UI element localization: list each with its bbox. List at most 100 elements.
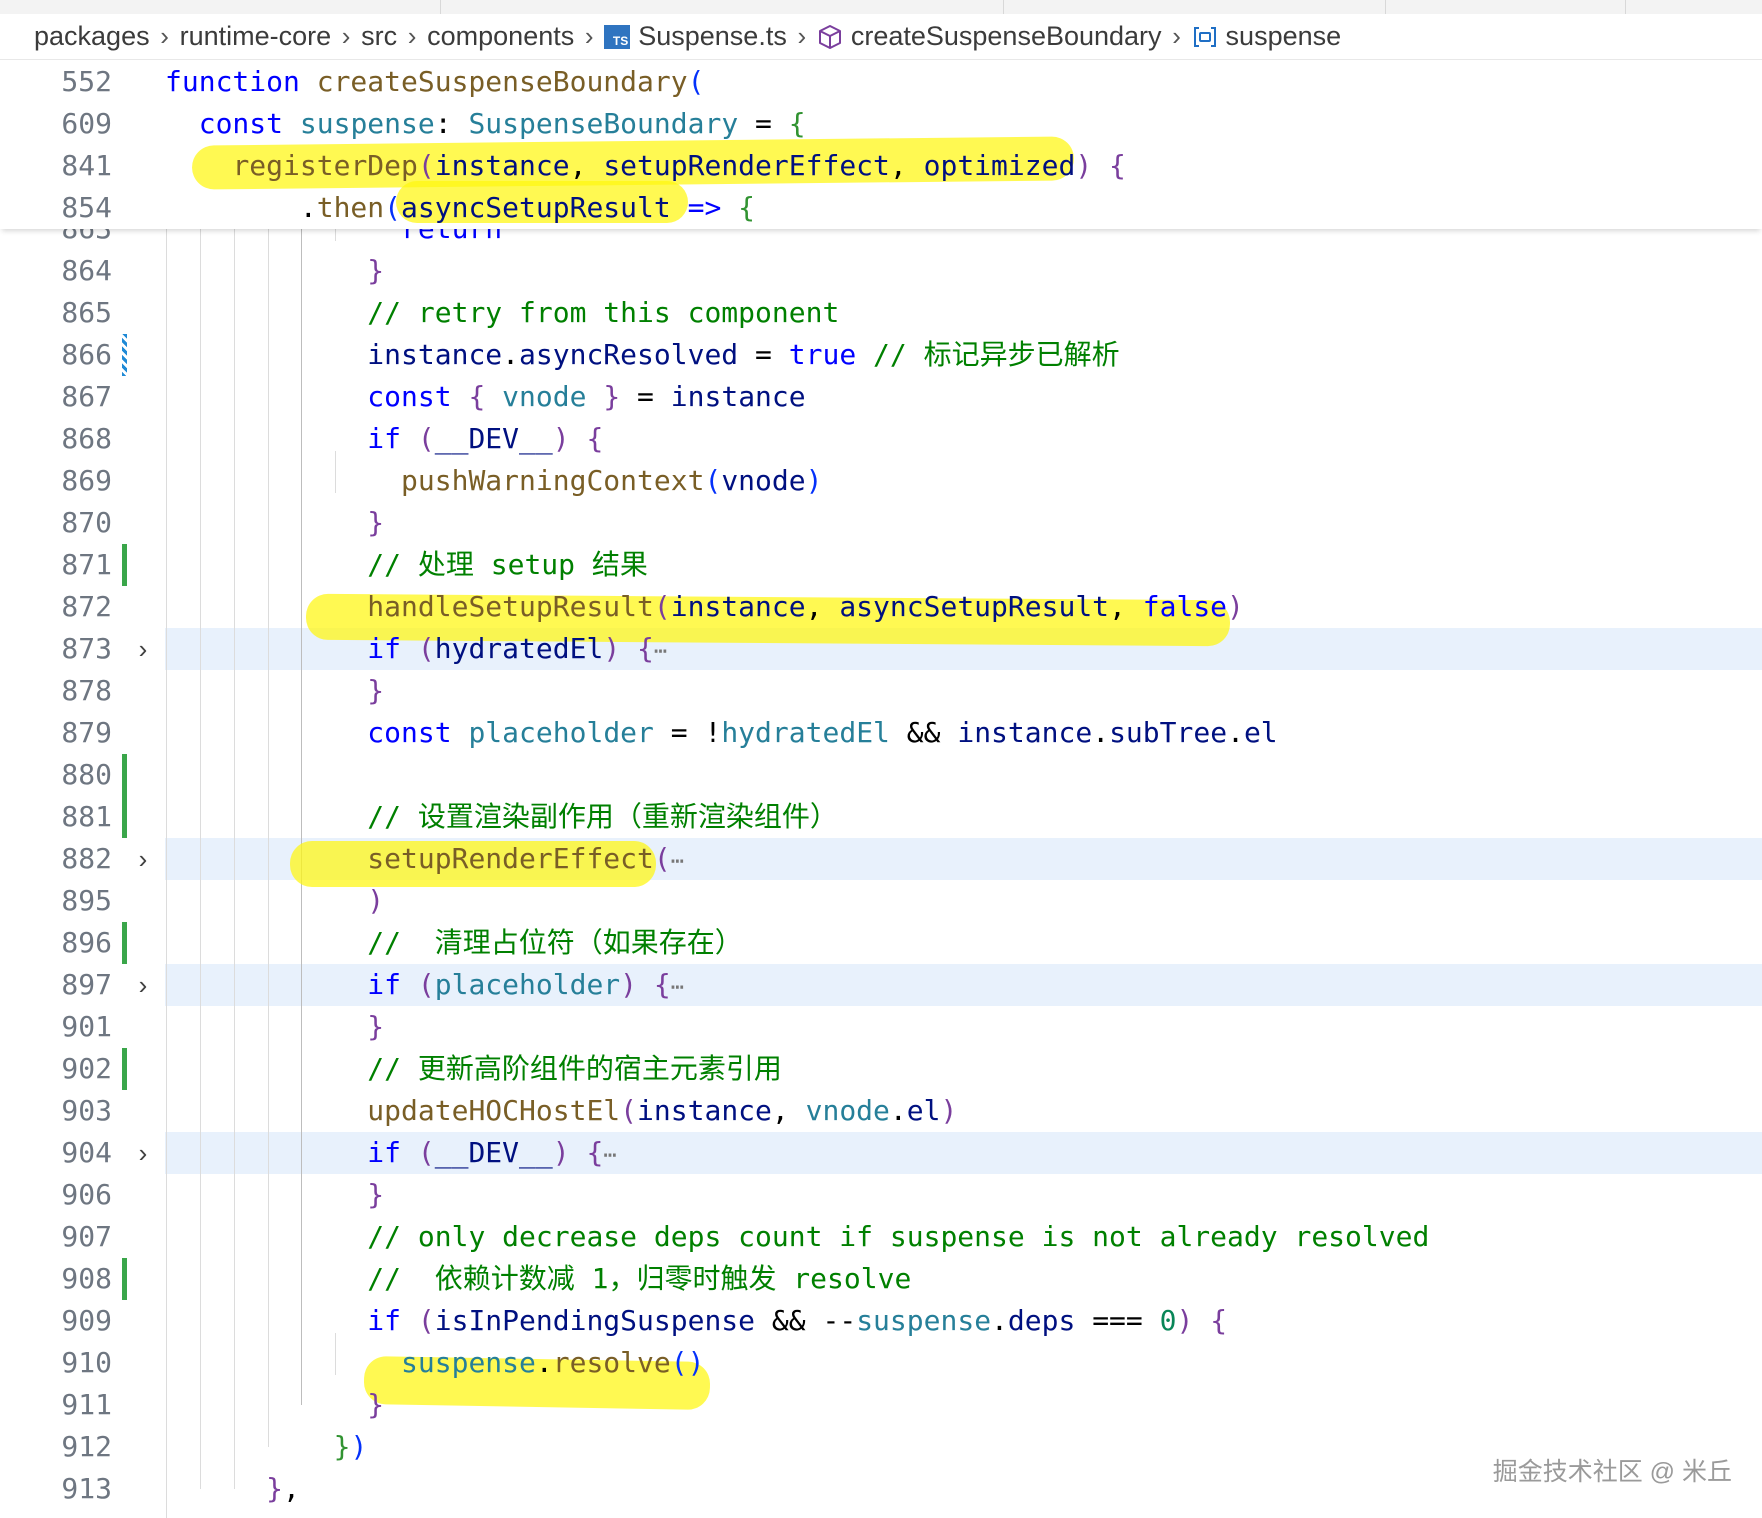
fold-chevron-icon[interactable]: › (134, 628, 152, 670)
line-number: 880 (61, 758, 112, 791)
code-line[interactable]: 871 // 处理 setup 结果 (0, 544, 1762, 586)
code-line[interactable]: 863 return (0, 229, 1762, 250)
chevron-right-icon: › (160, 21, 169, 51)
line-number: 869 (61, 464, 112, 497)
chevron-right-icon: › (797, 21, 807, 51)
code-text: instance.asyncResolved = true // 标记异步已解析 (367, 338, 1120, 371)
variable-icon (1192, 24, 1218, 50)
code-line[interactable]: 896 // 清理占位符（如果存在） (0, 922, 1762, 964)
sticky-line[interactable]: 854 .then(asyncSetupResult => { (0, 187, 1762, 229)
code-text: } (367, 674, 385, 707)
code-text: const { vnode } = instance (367, 380, 806, 413)
line-number: 867 (61, 380, 112, 413)
editor-tab-strip (0, 0, 1762, 15)
code-line[interactable]: 910 suspense.resolve() (0, 1342, 1762, 1384)
gutter-modified-marker (122, 334, 127, 376)
code-line[interactable]: 878 } (0, 670, 1762, 712)
code-line[interactable]: 867 const { vnode } = instance (0, 376, 1762, 418)
breadcrumb-item-packages[interactable]: packages (34, 21, 150, 52)
code-text: return (165, 229, 502, 250)
breadcrumb-item-suspense[interactable]: suspense (1192, 21, 1341, 52)
code-text: pushWarningContext(vnode) (401, 464, 823, 497)
code-text: } (367, 1388, 385, 1421)
line-number: 881 (61, 800, 112, 833)
code-line[interactable]: 911 } (0, 1384, 1762, 1426)
code-line[interactable]: 906 } (0, 1174, 1762, 1216)
line-number: 906 (61, 1178, 112, 1211)
code-line[interactable]: 903 updateHOCHostEl(instance, vnode.el) (0, 1090, 1762, 1132)
code-line[interactable]: 895 ) (0, 880, 1762, 922)
folded-region-ellipsis: ⋯ (603, 1143, 617, 1168)
code-line[interactable]: 901 } (0, 1006, 1762, 1048)
code-line[interactable]: 880 (0, 754, 1762, 796)
chevron-right-icon: › (341, 21, 351, 51)
code-editor[interactable]: 863 return 864 } 865 // retry from this … (0, 229, 1762, 1518)
code-line[interactable]: 866 instance.asyncResolved = true // 标记异… (0, 334, 1762, 376)
code-text: } (367, 254, 385, 287)
code-line[interactable]: 870 } (0, 502, 1762, 544)
line-number: 902 (61, 1052, 112, 1085)
line-number: 866 (61, 338, 112, 371)
code-line[interactable]: 872 handleSetupResult(instance, asyncSet… (0, 586, 1762, 628)
code-line[interactable]: 902 // 更新高阶组件的宿主元素引用 (0, 1048, 1762, 1090)
fold-chevron-icon[interactable]: › (134, 964, 152, 1006)
gutter-added-marker (122, 922, 127, 964)
line-number: 863 (0, 229, 112, 250)
code-text: // 处理 setup 结果 (367, 548, 648, 581)
breadcrumb-item-components[interactable]: components (427, 21, 574, 52)
line-number: 552 (61, 65, 112, 98)
code-text: // 设置渲染副作用（重新渲染组件） (367, 800, 838, 833)
code-line[interactable]: 864 } (0, 250, 1762, 292)
line-number: 609 (61, 107, 112, 140)
code-text: if (__DEV__) { (367, 422, 604, 455)
line-number: 896 (61, 926, 112, 959)
code-text: // only decrease deps count if suspense … (367, 1220, 1430, 1253)
code-text: if (__DEV__) {⋯ (367, 1136, 617, 1169)
fold-chevron-icon[interactable]: › (134, 838, 152, 880)
line-number: 873 (61, 632, 112, 665)
line-number: 868 (61, 422, 112, 455)
code-line[interactable]: 881 // 设置渲染副作用（重新渲染组件） (0, 796, 1762, 838)
line-number: 901 (61, 1010, 112, 1043)
breadcrumb-label: packages (34, 21, 150, 51)
breadcrumb-item-src[interactable]: src (361, 21, 397, 52)
code-line[interactable]: 879 const placeholder = !hydratedEl && i… (0, 712, 1762, 754)
code-line[interactable]: 907 // only decrease deps count if suspe… (0, 1216, 1762, 1258)
line-number: 895 (61, 884, 112, 917)
code-text: // 清理占位符（如果存在） (367, 926, 743, 959)
code-line[interactable]: 909 if (isInPendingSuspense && --suspens… (0, 1300, 1762, 1342)
code-text: // 更新高阶组件的宿主元素引用 (367, 1052, 782, 1085)
code-line-folded[interactable]: 904 › if (__DEV__) {⋯ (0, 1132, 1762, 1174)
line-number: 871 (61, 548, 112, 581)
code-text: suspense.resolve() (401, 1346, 705, 1379)
line-number: 912 (61, 1430, 112, 1463)
sticky-line[interactable]: 841 registerDep(instance, setupRenderEff… (0, 145, 1762, 187)
line-number: 909 (61, 1304, 112, 1337)
line-number: 841 (61, 149, 112, 182)
line-number: 879 (61, 716, 112, 749)
code-line[interactable]: 865 // retry from this component (0, 292, 1762, 334)
code-line-folded[interactable]: 897 › if (placeholder) {⋯ (0, 964, 1762, 1006)
line-number: 910 (61, 1346, 112, 1379)
line-number: 907 (61, 1220, 112, 1253)
sticky-line[interactable]: 552 function createSuspenseBoundary( (0, 61, 1762, 103)
code-text: if (isInPendingSuspense && --suspense.de… (367, 1304, 1228, 1337)
cube-icon (817, 24, 843, 50)
code-line[interactable]: 868 if (__DEV__) { (0, 418, 1762, 460)
line-number: 878 (61, 674, 112, 707)
chevron-right-icon: › (407, 21, 417, 51)
ts-file-icon: TS (604, 24, 631, 49)
code-line-folded[interactable]: 882 › setupRenderEffect(⋯ (0, 838, 1762, 880)
gutter-added-marker (122, 1048, 127, 1090)
fold-chevron-icon[interactable]: › (134, 1132, 152, 1174)
line-number: 872 (61, 590, 112, 623)
gutter-added-marker (122, 796, 127, 838)
code-line[interactable]: 869 pushWarningContext(vnode) (0, 460, 1762, 502)
breadcrumb-item-create-suspense-boundary[interactable]: createSuspenseBoundary (817, 21, 1162, 52)
breadcrumb-item-runtime-core[interactable]: runtime-core (180, 21, 332, 52)
line-number: 903 (61, 1094, 112, 1127)
code-text: if (placeholder) {⋯ (367, 968, 684, 1001)
code-line[interactable]: 908 // 依赖计数减 1，归零时触发 resolve (0, 1258, 1762, 1300)
code-text: const placeholder = !hydratedEl && insta… (367, 716, 1278, 749)
breadcrumb-item-suspense-ts[interactable]: TS Suspense.ts (604, 21, 787, 52)
